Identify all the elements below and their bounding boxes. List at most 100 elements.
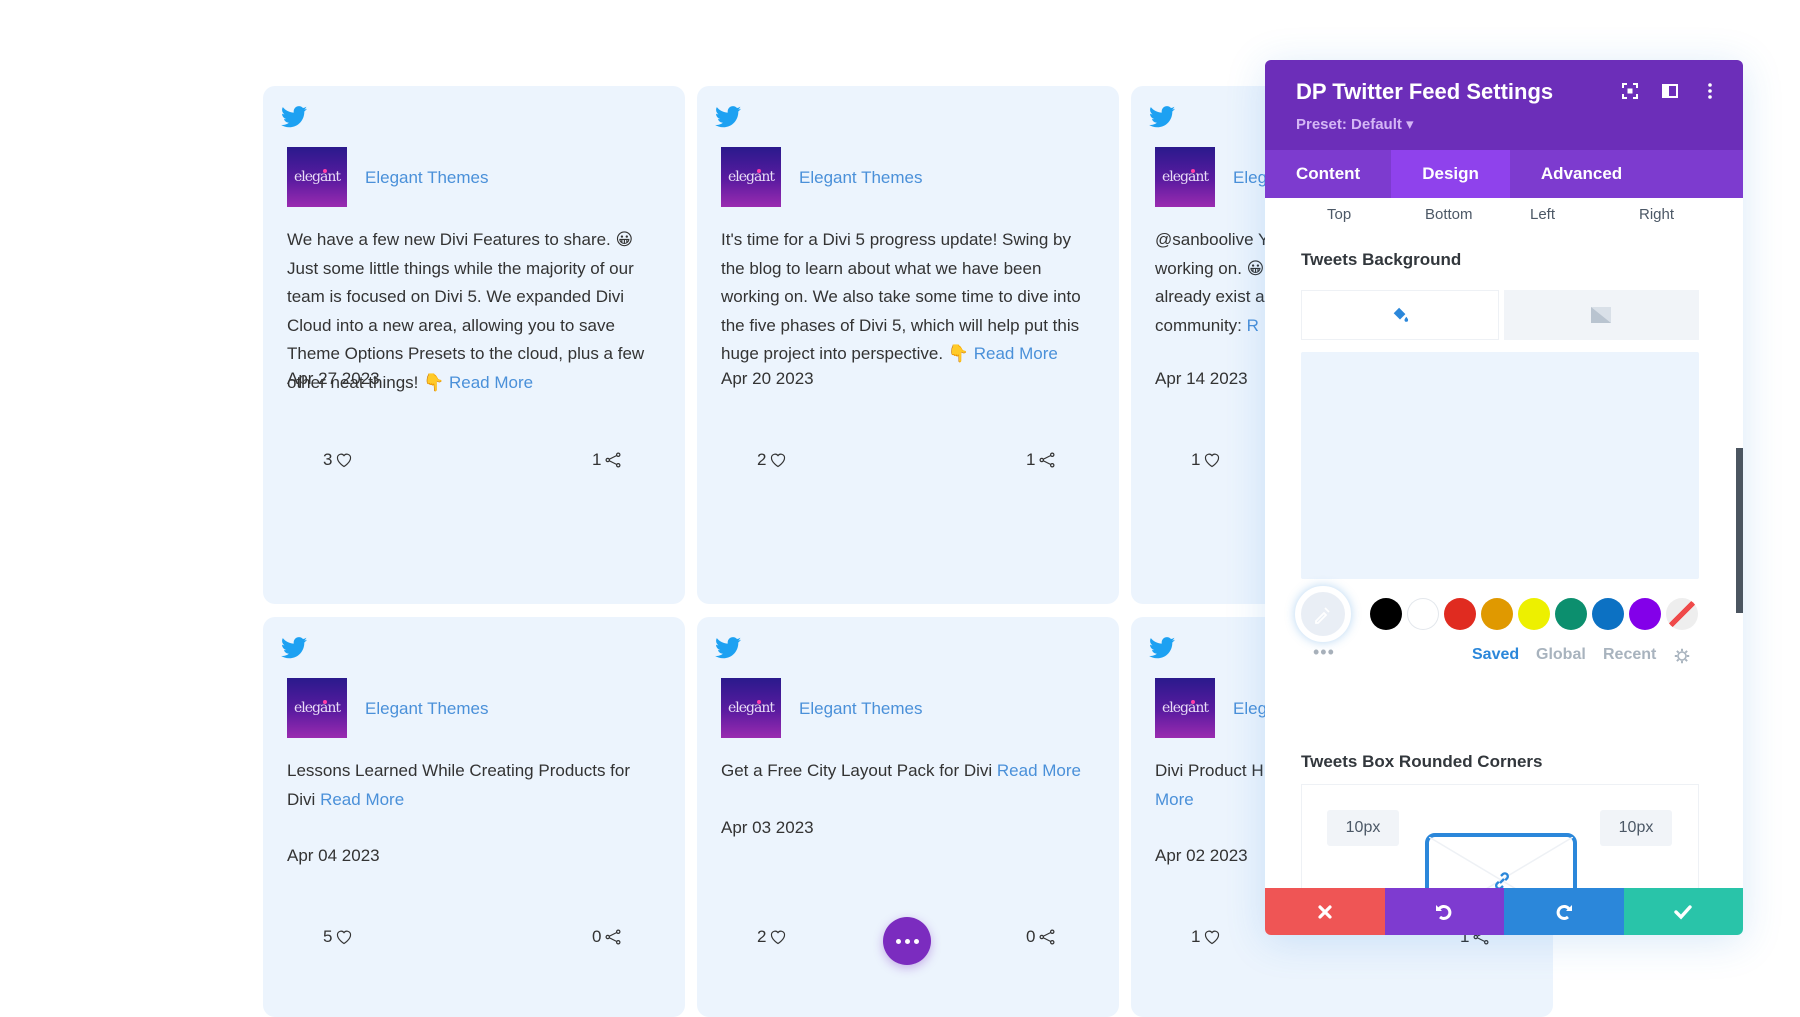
author-avatar[interactable]: elegant	[721, 678, 781, 738]
tab-design[interactable]: Design	[1391, 150, 1510, 198]
side-label-top: Top	[1327, 206, 1352, 223]
swatch-white[interactable]	[1407, 598, 1439, 630]
like-count[interactable]: 2	[757, 927, 787, 947]
palette-tab-global[interactable]: Global	[1536, 646, 1586, 664]
corner-top-right-input[interactable]: 10px	[1600, 810, 1672, 846]
color-background-tab[interactable]	[1301, 290, 1499, 340]
author-avatar[interactable]: elegant	[721, 147, 781, 207]
eyedropper-icon	[1315, 607, 1330, 624]
preset-dropdown[interactable]: Preset: Default ▾	[1296, 115, 1414, 133]
read-more-link[interactable]: Read More	[974, 344, 1058, 363]
read-more-link[interactable]: Read More	[997, 761, 1081, 780]
author-name-link[interactable]: Elegant Themes	[365, 168, 488, 188]
read-more-link[interactable]: Read More	[449, 373, 533, 392]
expand-icon[interactable]	[1621, 82, 1639, 100]
gradient-background-tab[interactable]	[1503, 290, 1699, 340]
author-avatar[interactable]: elegant	[287, 147, 347, 207]
check-icon	[1674, 904, 1692, 919]
sidebar-layout-icon[interactable]	[1661, 82, 1679, 100]
tab-content[interactable]: Content	[1265, 150, 1391, 198]
author-avatar[interactable]: elegant	[1155, 147, 1215, 207]
swatch-yellow[interactable]	[1518, 598, 1550, 630]
panel-scrollbar[interactable]	[1736, 448, 1743, 613]
tweet-card: elegant Elegant Themes We have a few new…	[263, 86, 685, 604]
like-count[interactable]: 1	[1191, 927, 1221, 947]
swatch-blue[interactable]	[1592, 598, 1624, 630]
palette-tab-recent[interactable]: Recent	[1603, 646, 1656, 664]
heart-icon	[1205, 930, 1220, 945]
share-icon	[1039, 452, 1055, 468]
share-count[interactable]: 0	[592, 927, 622, 947]
author-avatar[interactable]: elegant	[1155, 678, 1215, 738]
read-more-link[interactable]: R	[1247, 316, 1259, 335]
panel-header[interactable]: DP Twitter Feed Settings Preset: Default…	[1265, 60, 1743, 150]
swatch-red[interactable]	[1444, 598, 1476, 630]
swatch-purple[interactable]	[1629, 598, 1661, 630]
swatch-green[interactable]	[1555, 598, 1587, 630]
swatch-transparent[interactable]	[1666, 598, 1698, 630]
more-colors-icon[interactable]: •••	[1313, 642, 1335, 663]
save-button[interactable]	[1623, 888, 1743, 935]
panel-tabs: Content Design Advanced	[1265, 150, 1743, 198]
side-label-bottom: Bottom	[1425, 206, 1473, 223]
cancel-button[interactable]	[1265, 888, 1385, 935]
tweet-date: Apr 04 2023	[287, 846, 380, 865]
heart-icon	[1205, 453, 1220, 468]
gradient-icon	[1591, 307, 1612, 323]
like-count[interactable]: 3	[323, 450, 353, 470]
close-icon	[1318, 904, 1332, 919]
author-name-link[interactable]: Elegant Themes	[799, 168, 922, 188]
tweet-text: It's time for a Divi 5 progress update! …	[721, 230, 1081, 363]
swatch-orange[interactable]	[1481, 598, 1513, 630]
page-settings-button[interactable]	[883, 917, 931, 965]
read-more-link[interactable]: Read More	[320, 790, 404, 809]
heart-icon	[337, 453, 352, 468]
tweet-date: Apr 14 2023	[1155, 369, 1248, 388]
twitter-bird-icon	[281, 106, 307, 128]
palette-tab-saved[interactable]: Saved	[1472, 646, 1519, 664]
panel-content: Top Bottom Left Right Tweets Background	[1265, 198, 1743, 935]
share-count[interactable]: 1	[592, 450, 622, 470]
background-type-tabs	[1301, 290, 1699, 340]
tab-advanced[interactable]: Advanced	[1510, 150, 1653, 198]
like-count[interactable]: 2	[757, 450, 787, 470]
share-icon	[605, 929, 621, 945]
author-name-link[interactable]: Eleg	[1233, 699, 1267, 719]
share-count[interactable]: 0	[1026, 927, 1056, 947]
swatch-black[interactable]	[1370, 598, 1402, 630]
author-name-link[interactable]: Elegant Themes	[365, 699, 488, 719]
share-count[interactable]: 1	[1026, 450, 1056, 470]
author-avatar[interactable]: elegant	[287, 678, 347, 738]
tweet-text: Get a Free City Layout Pack for Divi Rea…	[721, 761, 1081, 780]
panel-footer	[1265, 888, 1743, 935]
side-label-right: Right	[1639, 206, 1675, 223]
undo-button[interactable]	[1384, 888, 1504, 935]
rounded-corners-label: Tweets Box Rounded Corners	[1301, 752, 1543, 771]
share-icon	[605, 452, 621, 468]
author-name-link[interactable]: Elegant Themes	[799, 699, 922, 719]
paint-bucket-icon	[1393, 307, 1408, 322]
background-color-preview[interactable]	[1301, 352, 1699, 579]
like-count[interactable]: 1	[1191, 450, 1221, 470]
twitter-bird-icon	[715, 106, 741, 128]
side-label-left: Left	[1530, 206, 1556, 223]
author-name-link[interactable]: Eleg	[1233, 168, 1267, 188]
tweet-text: Divi Product H More	[1155, 761, 1264, 809]
read-more-link[interactable]: More	[1155, 790, 1194, 809]
tweet-card: elegant Elegant Themes Lessons Learned W…	[263, 617, 685, 1017]
tweet-card: elegant Elegant Themes It's time for a D…	[697, 86, 1119, 604]
tweets-background-label: Tweets Background	[1301, 250, 1462, 269]
tweet-date: Apr 02 2023	[1155, 846, 1248, 865]
like-count[interactable]: 5	[323, 927, 353, 947]
panel-title: DP Twitter Feed Settings	[1296, 79, 1554, 104]
redo-button[interactable]	[1504, 888, 1624, 935]
color-picker-button[interactable]	[1295, 586, 1351, 642]
twitter-bird-icon	[1149, 637, 1175, 659]
tweet-date: Apr 27 2023	[287, 369, 380, 388]
more-vertical-icon[interactable]	[1701, 82, 1719, 100]
heart-icon	[771, 930, 786, 945]
tweet-date: Apr 20 2023	[721, 369, 814, 388]
corner-top-left-input[interactable]: 10px	[1327, 810, 1399, 846]
gear-icon[interactable]	[1674, 648, 1690, 664]
twitter-bird-icon	[1149, 106, 1175, 128]
